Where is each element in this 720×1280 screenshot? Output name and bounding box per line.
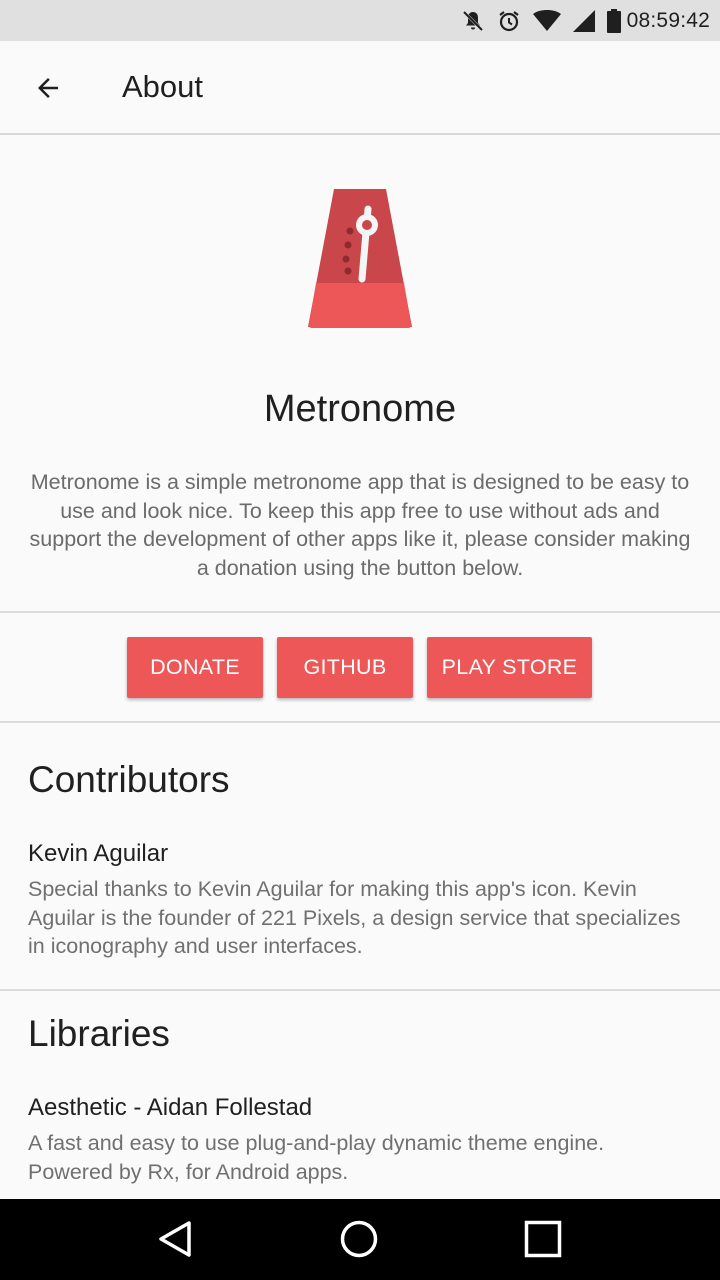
divider — [0, 611, 720, 613]
home-circle-icon[interactable] — [337, 1217, 381, 1261]
back-triangle-icon[interactable] — [153, 1217, 197, 1261]
contributor-name[interactable]: Kevin Aguilar — [28, 840, 168, 868]
alarm-icon — [497, 9, 521, 33]
wifi-icon — [532, 9, 561, 32]
library-description: A fast and easy to use plug-and-play dyn… — [28, 1131, 605, 1184]
library-name[interactable]: Aesthetic - Aidan Follestad — [28, 1094, 312, 1122]
metronome-logo — [308, 189, 412, 328]
divider — [0, 989, 720, 991]
arrow-back-icon[interactable] — [28, 68, 68, 108]
status-time: 08:59:42 — [626, 8, 710, 32]
app-bar: About — [0, 41, 720, 135]
page-title: About — [122, 69, 204, 104]
contributors-heading: Contributors — [28, 759, 230, 800]
about-content[interactable]: Metronome Metronome is a simple metronom… — [0, 135, 720, 1199]
navigation-bar — [0, 1199, 720, 1280]
battery-icon — [606, 8, 621, 33]
app-logo — [0, 187, 720, 329]
status-bar: 08:59:42 — [0, 0, 720, 41]
app-name: Metronome — [263, 388, 457, 430]
app-description: Metronome is a simple metronome app that… — [29, 470, 691, 580]
action-buttons: DONATE GITHUB PLAY STORE — [0, 637, 720, 699]
mute-icon — [461, 9, 485, 33]
contributor-description: Special thanks to Kevin Aguilar for maki… — [28, 877, 681, 958]
donate-button[interactable]: DONATE — [127, 637, 263, 698]
recents-square-icon[interactable] — [521, 1217, 565, 1261]
github-button[interactable]: GITHUB — [277, 637, 413, 698]
divider — [0, 721, 720, 723]
signal-icon — [572, 9, 595, 32]
libraries-heading: Libraries — [28, 1013, 170, 1054]
play-store-button[interactable]: PLAY STORE — [427, 637, 592, 698]
